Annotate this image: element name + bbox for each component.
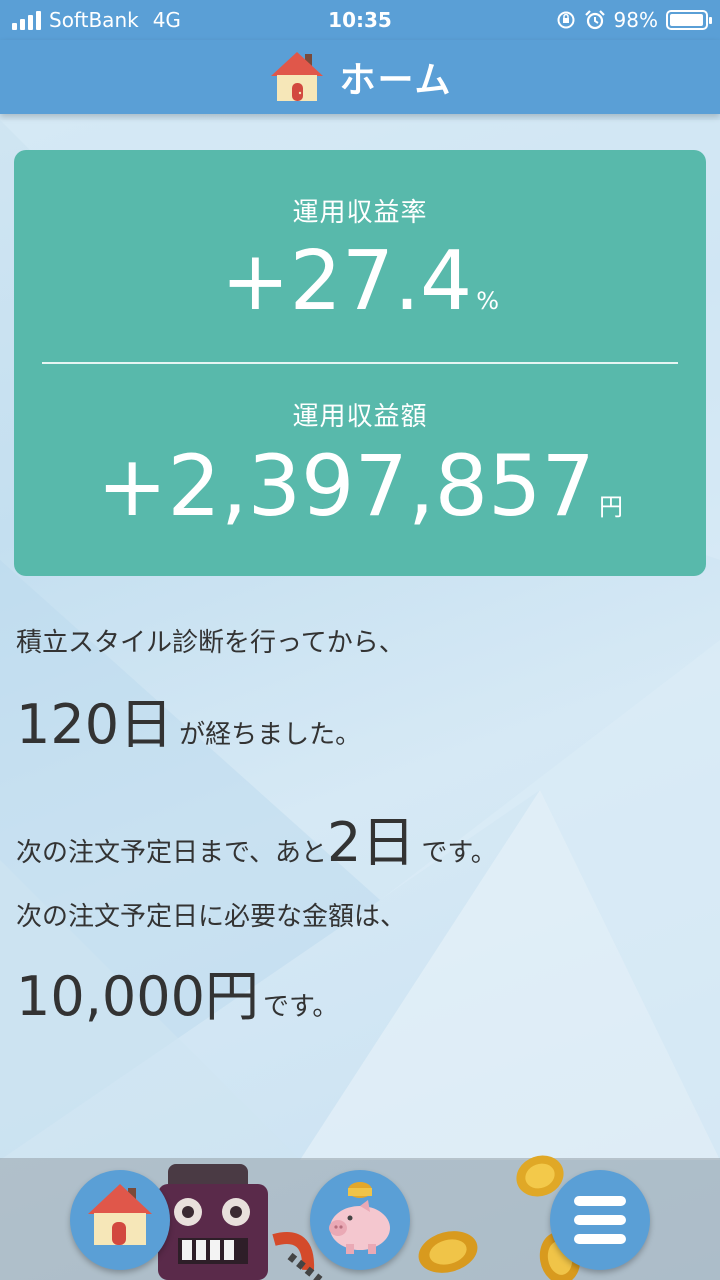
diagnosis-days-line: 120日 が経ちました。 (16, 680, 361, 759)
required-amount-line: 10,000円 です。 (16, 952, 338, 1031)
profit-amount-unit: 円 (598, 493, 623, 521)
next-order-days-unit: 日 (361, 811, 416, 874)
required-amount-intro: 次の注文予定日に必要な金額は、 (16, 902, 407, 932)
page-title: ホーム (339, 60, 453, 101)
diagnosis-days: 120 (16, 693, 120, 756)
tab-savings-button[interactable] (310, 1170, 410, 1270)
status-bar: SoftBank 4G 10:35 98% (0, 0, 720, 40)
required-amount-unit: 円 (204, 965, 259, 1028)
next-order-prefix: 次の注文予定日まで、あと (16, 838, 327, 868)
app-header: ホーム (0, 40, 720, 114)
battery-percent: 98% (613, 8, 658, 32)
house-icon (88, 1184, 152, 1245)
piggy-bank-icon (329, 1182, 390, 1254)
card-divider (42, 362, 678, 364)
profit-amount-number: +2,397,857 (97, 437, 595, 535)
next-order-days: 2 (326, 811, 362, 874)
profit-rate-unit: % (476, 287, 500, 315)
menu-button[interactable] (550, 1170, 650, 1270)
profit-rate-number: +27.4 (220, 234, 473, 329)
diagnosis-intro: 積立スタイル診断を行ってから、 (16, 628, 405, 658)
profit-rate-value: +27.4% (14, 232, 706, 351)
profit-summary-card: 運用収益率 +27.4% 運用収益額 +2,397,857 円 (14, 150, 706, 576)
battery-icon (666, 10, 712, 30)
alarm-icon (584, 10, 605, 30)
robot-mascot-icon (158, 1164, 323, 1280)
profit-rate-label: 運用収益率 (292, 198, 428, 228)
diagnosis-days-unit: 日 (119, 693, 174, 756)
diagnosis-suffix: が経ちました。 (179, 720, 362, 750)
hamburger-menu-icon (574, 1196, 626, 1244)
house-icon (270, 52, 323, 101)
required-amount-value: 10,000 (16, 965, 205, 1028)
tab-home-button[interactable] (70, 1170, 170, 1270)
next-order-line: 次の注文予定日まで、あと2日 です。 (16, 798, 497, 877)
required-amount-suffix: です。 (262, 992, 339, 1022)
rotation-lock-icon (557, 11, 575, 29)
next-order-suffix: です。 (421, 838, 497, 868)
required-amount-text: 次の注文予定日に必要な金額は、 (16, 896, 406, 933)
profit-amount-value: +2,397,857 円 (14, 436, 706, 557)
diagnosis-text: 積立スタイル診断を行ってから、 (16, 622, 405, 659)
profit-amount-label: 運用収益額 (292, 402, 428, 432)
